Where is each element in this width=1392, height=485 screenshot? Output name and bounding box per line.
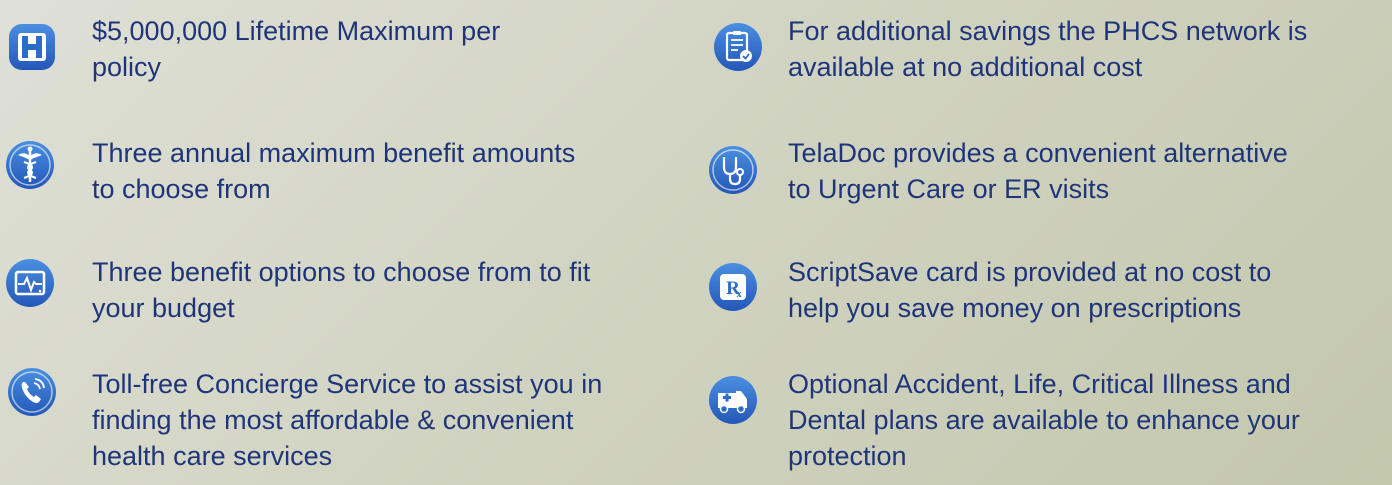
hospital-h-icon: [7, 22, 57, 72]
feature-text-line: Dental plans are available to enhance yo…: [788, 405, 1300, 435]
feature-text-line: For additional savings the PHCS network …: [788, 16, 1308, 46]
feature-text-line: to choose from: [92, 174, 271, 204]
feature-text-line: finding the most affordable & convenient: [92, 405, 574, 435]
ambulance-icon: [708, 375, 758, 425]
svg-text:x: x: [736, 288, 742, 300]
feature-text-line: ScriptSave card is provided at no cost t…: [788, 257, 1272, 287]
feature-text-line: health care services: [92, 441, 333, 471]
phone-icon: [7, 367, 57, 417]
feature-text-line: Optional Accident, Life, Critical Illnes…: [788, 369, 1291, 399]
feature-text-line: protection: [788, 441, 907, 471]
feature-text-line: your budget: [92, 293, 235, 323]
feature-text-line: policy: [92, 52, 162, 82]
clipboard-check-icon: [713, 22, 763, 72]
heart-monitor-icon: [5, 258, 55, 308]
feature-text-line: TelaDoc provides a convenient alternativ…: [788, 138, 1288, 168]
feature-text-line: available at no additional cost: [788, 52, 1143, 82]
stethoscope-icon: [708, 145, 758, 195]
feature-text-line: Toll-free Concierge Service to assist yo…: [92, 369, 603, 399]
feature-text-line: $5,000,000 Lifetime Maximum per: [92, 16, 501, 46]
feature-text-line: Three annual maximum benefit amounts: [92, 138, 576, 168]
feature-text-line: Three benefit options to choose from to …: [92, 257, 591, 287]
caduceus-icon: [5, 140, 55, 190]
feature-text-line: to Urgent Care or ER visits: [788, 174, 1110, 204]
feature-text-line: help you save money on prescriptions: [788, 293, 1242, 323]
rx-icon: R x: [708, 262, 758, 312]
